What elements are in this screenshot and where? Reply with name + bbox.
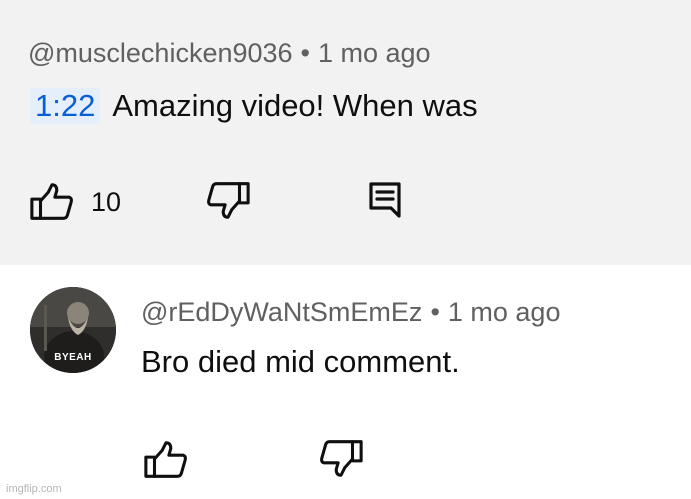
reply-text: Bro died mid comment.	[141, 344, 460, 379]
avatar-caption: BYEAH	[54, 352, 92, 363]
comment-body: 1:22 Amazing video! When was	[30, 88, 478, 124]
reply-time[interactable]: 1 mo ago	[448, 297, 561, 327]
thumbs-up-icon[interactable]	[143, 440, 189, 480]
reply-meta: @rEdDyWaNtSmEmEz • 1 mo ago	[141, 297, 560, 328]
comment-meta: @musclechicken9036 • 1 mo ago	[28, 38, 431, 69]
thumbs-down-icon[interactable]	[205, 180, 251, 220]
avatar[interactable]: BYEAH	[30, 287, 116, 373]
comment-author[interactable]: @musclechicken9036	[28, 38, 293, 68]
comment-time[interactable]: 1 mo ago	[318, 38, 431, 68]
thumbs-up-icon[interactable]	[29, 182, 75, 222]
watermark: imgflip.com	[6, 483, 62, 495]
meta-separator: •	[300, 38, 310, 68]
like-count: 10	[91, 187, 122, 217]
reply-icon[interactable]	[366, 180, 404, 220]
thumbs-down-icon[interactable]	[318, 438, 364, 478]
timestamp-link[interactable]: 1:22	[30, 88, 101, 124]
parent-comment: @musclechicken9036 • 1 mo ago 1:22 Amazing …	[0, 0, 691, 265]
reply-author[interactable]: @rEdDyWaNtSmEmEz	[141, 297, 422, 327]
meta-separator: •	[430, 297, 440, 327]
comment-text: Amazing video! When was	[112, 88, 478, 123]
